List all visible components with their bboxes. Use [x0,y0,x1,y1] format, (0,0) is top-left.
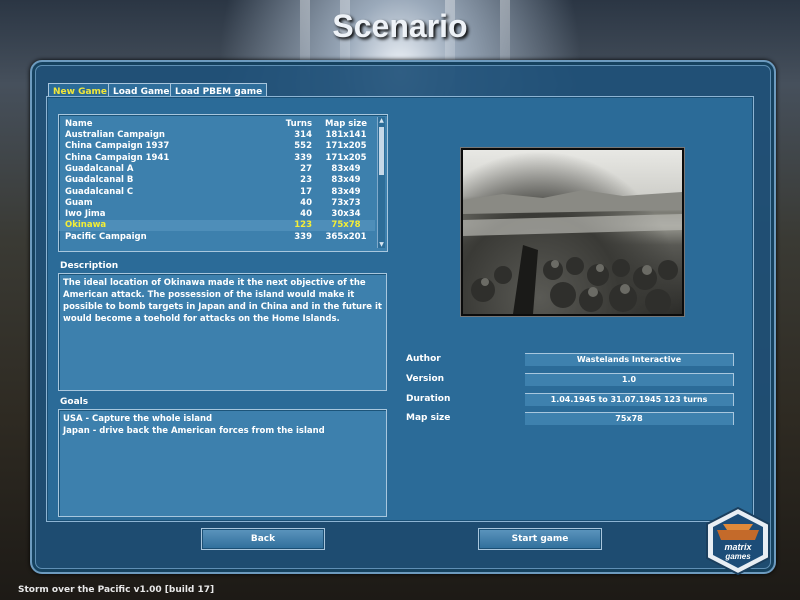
scenario-turns: 123 [294,220,312,231]
scenario-row[interactable]: Guadalcanal A 27 83x49 [59,164,375,175]
scenario-turns: 314 [294,130,312,140]
scenario-name: Guadalcanal A [65,163,134,174]
scenario-turns: 27 [300,163,312,174]
scenario-row[interactable]: Guadalcanal B 23 83x49 [59,175,375,186]
scenario-turns: 40 [300,209,312,220]
scenario-map-size: 30x34 [331,209,361,220]
goals-text: USA - Capture the whole island Japan - d… [58,409,387,517]
scenario-row[interactable]: China Campaign 1937 552 171x205 [59,141,375,152]
scenario-name: Guadalcanal B [65,175,134,186]
scenario-name: Pacific Campaign [65,231,147,242]
scenario-map-size: 171x205 [325,141,367,152]
scenario-turns: 23 [300,175,312,186]
map-size-label: Map size [406,413,451,423]
scroll-down-icon[interactable]: ▼ [378,241,385,248]
goal-line: Japan - drive back the American forces f… [63,426,325,436]
scenario-turns: 552 [294,141,312,152]
page-title: Scenario [332,8,468,44]
column-name[interactable]: Name [65,119,92,130]
start-game-button[interactable]: Start game [478,528,602,550]
scenario-turns: 339 [294,152,312,163]
scenario-row[interactable]: Guam 40 73x73 [59,198,375,209]
matrix-games-logo: matrix games [703,506,773,576]
scenario-row[interactable]: Iwo Jima 40 30x34 [59,209,375,220]
scenario-name: Okinawa [65,220,107,231]
scenario-name: Guadalcanal C [65,186,134,197]
scenario-name: Australian Campaign [65,130,165,140]
scenario-turns: 17 [300,186,312,197]
scenario-map-size: 75x78 [331,220,361,231]
scroll-thumb[interactable] [379,127,384,175]
list-header: Name Turns Map size [59,119,379,130]
description-text: The ideal location of Okinawa made it th… [58,273,387,391]
scenario-row[interactable]: Australian Campaign 314 181x141 [59,130,375,141]
scenario-row[interactable]: Pacific Campaign 339 365x201 [59,232,375,243]
goal-line: USA - Capture the whole island [63,414,213,424]
scenario-map-size: 73x73 [331,197,361,208]
logo-line1: matrix [724,542,752,552]
map-size-value: 75x78 [525,412,734,425]
scenario-map-size: 365x201 [325,231,367,242]
scenario-row[interactable]: Guadalcanal C 17 83x49 [59,187,375,198]
scenario-name: China Campaign 1937 [65,141,170,152]
scenario-map-size: 83x49 [331,186,361,197]
scroll-up-icon[interactable]: ▲ [378,117,385,124]
goals-label: Goals [60,397,89,407]
scenario-name: China Campaign 1941 [65,152,170,163]
scenario-turns: 339 [294,231,312,242]
duration-value: 1.04.1945 to 31.07.1945 123 turns [525,393,734,406]
scenario-photo-image [463,190,682,314]
scenario-turns: 40 [300,197,312,208]
version-value: 1.0 [525,373,734,386]
scenario-map-size: 181x141 [325,130,367,140]
version-status: Storm over the Pacific v1.00 [build 17] [18,585,215,595]
list-scrollbar[interactable]: ▲ ▼ [377,117,385,248]
description-label: Description [60,261,119,271]
author-value: Wastelands Interactive [525,353,734,366]
column-turns[interactable]: Turns [274,119,312,130]
duration-label: Duration [406,394,451,404]
scenario-row[interactable]: China Campaign 1941 339 171x205 [59,153,375,164]
scenario-name: Guam [65,197,93,208]
column-map-size[interactable]: Map size [319,119,373,130]
scenario-name: Iwo Jima [65,209,106,220]
scenario-list[interactable]: Name Turns Map size Australian Campaign 3… [58,114,388,252]
scenario-map-size: 83x49 [331,163,361,174]
scenario-map-size: 171x205 [325,152,367,163]
scenario-row-selected[interactable]: Okinawa 123 75x78 [59,220,375,232]
version-label: Version [406,374,445,384]
author-label: Author [406,354,441,364]
back-button[interactable]: Back [201,528,325,550]
logo-line2: games [724,552,751,561]
scenario-photo [461,148,684,316]
scenario-map-size: 83x49 [331,175,361,186]
